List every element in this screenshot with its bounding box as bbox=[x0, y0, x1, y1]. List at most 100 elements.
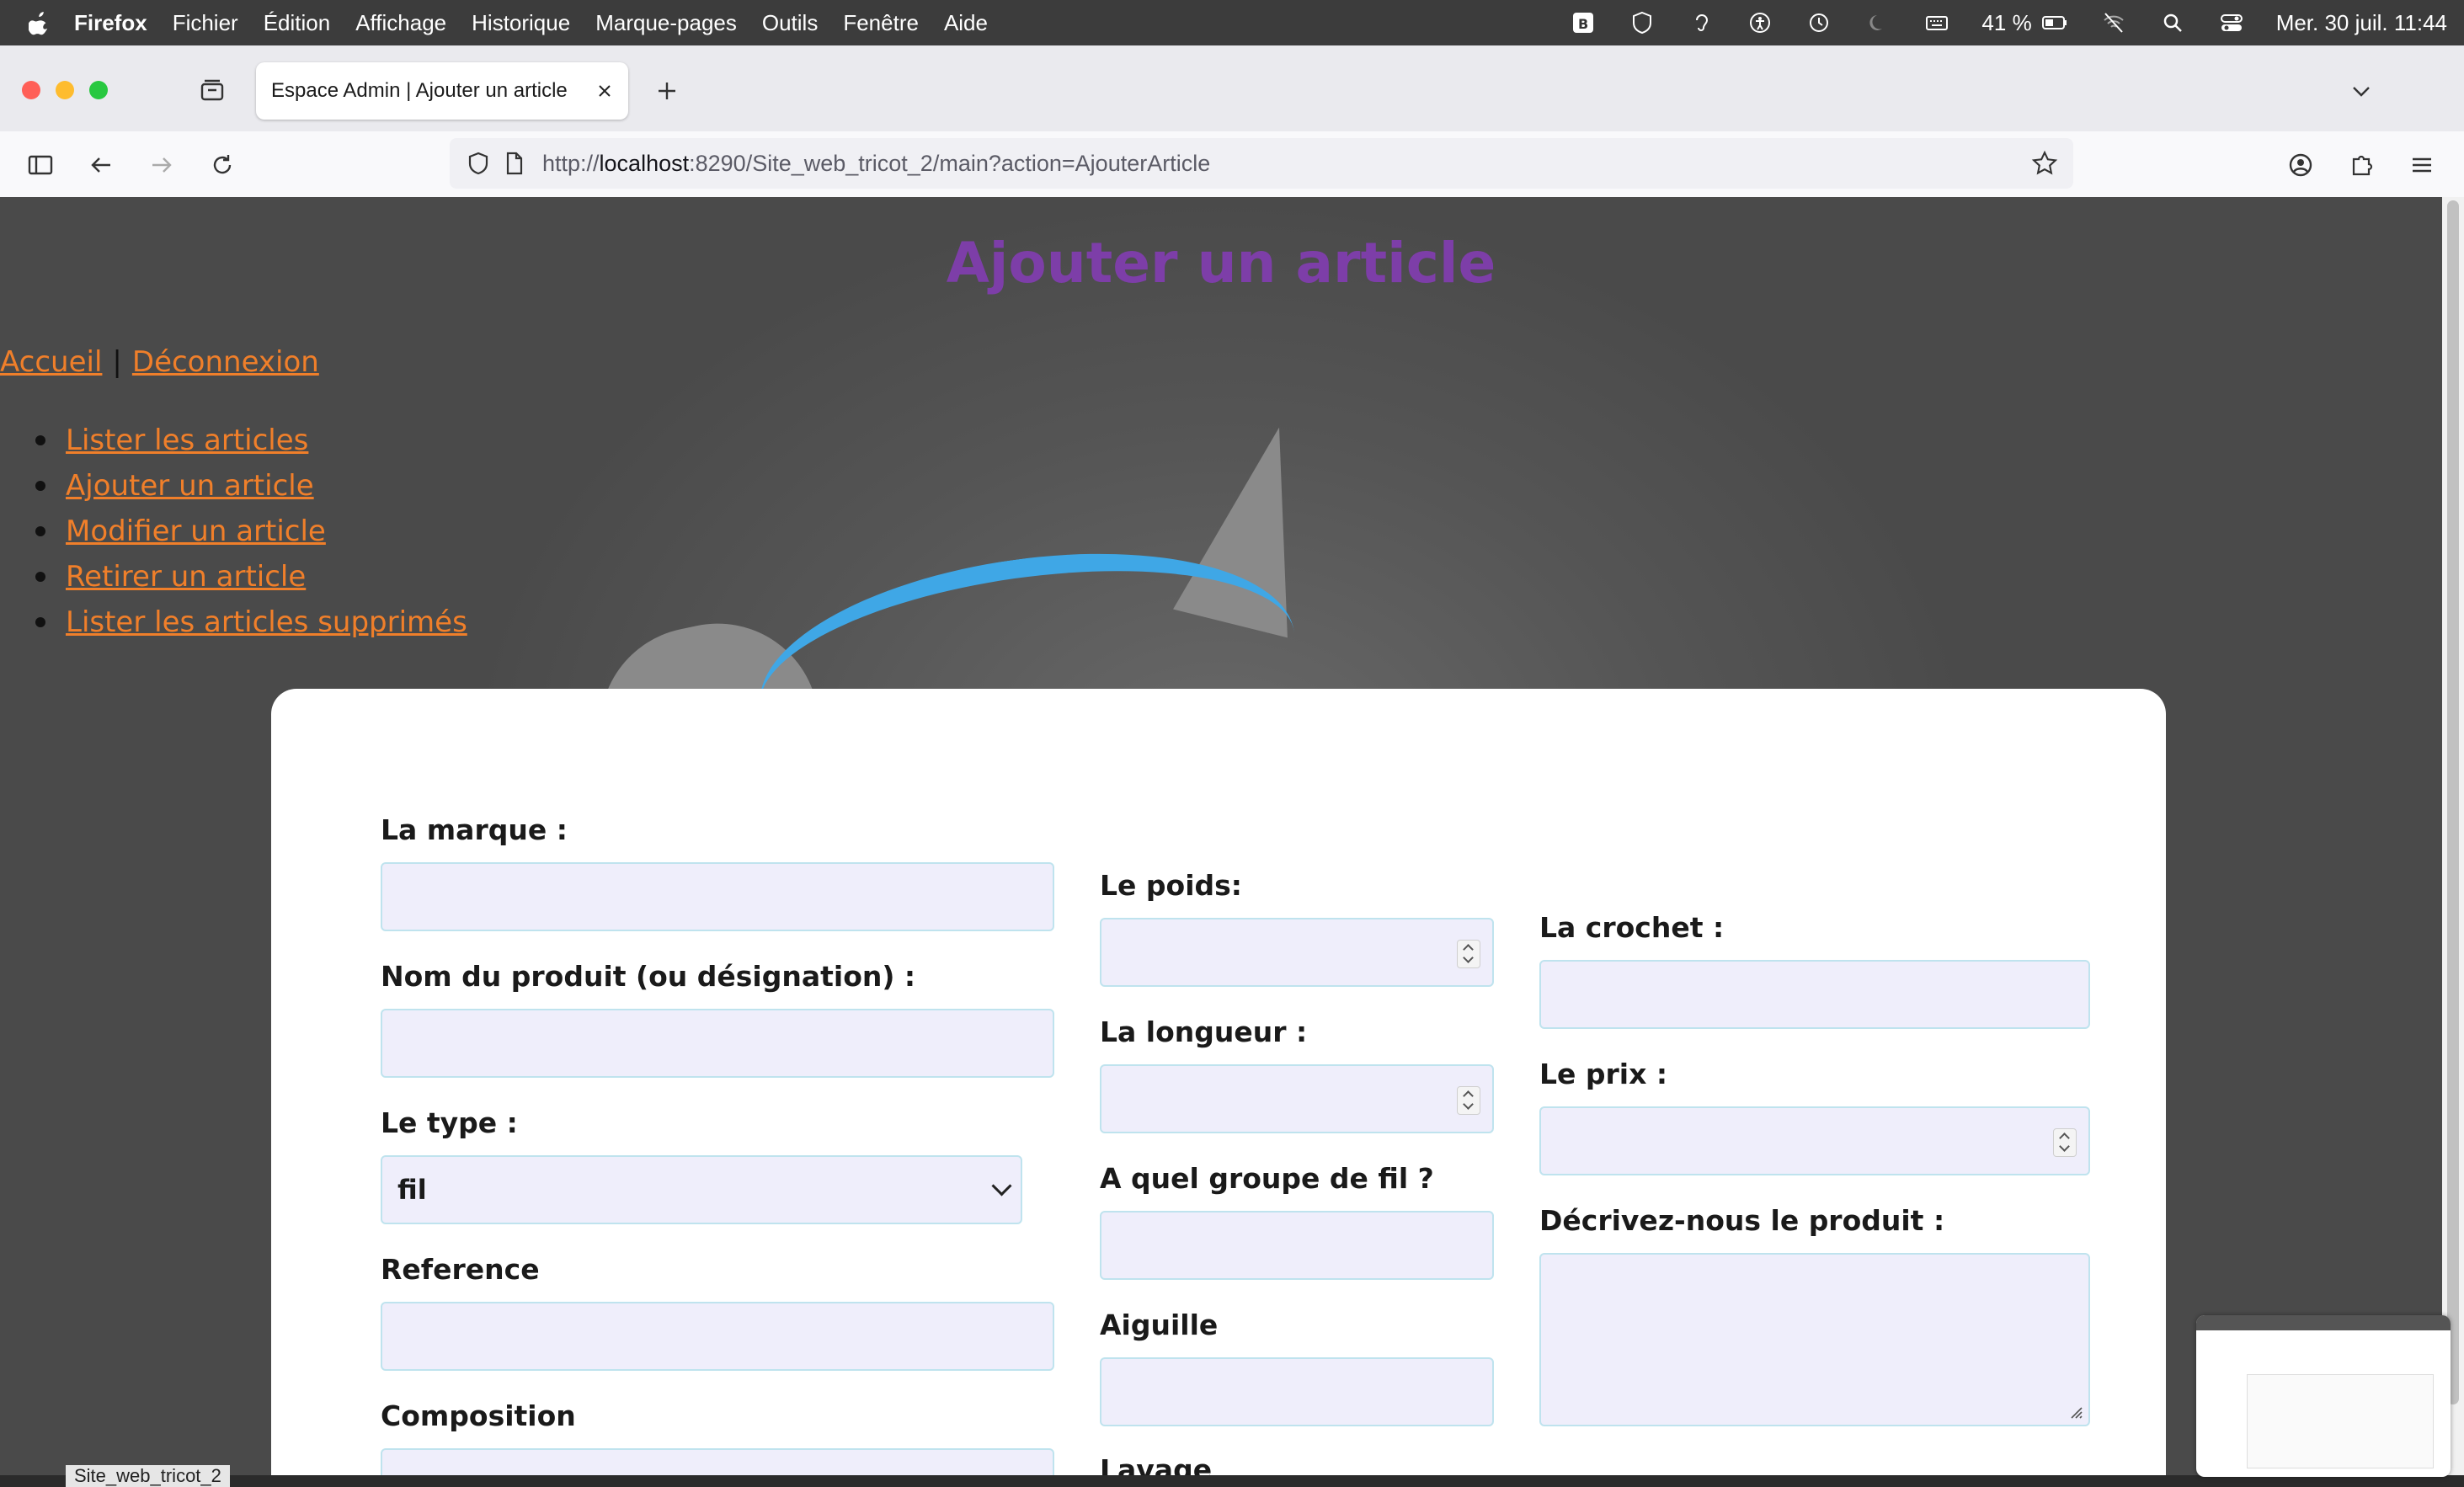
url-text[interactable]: http://localhost:8290/Site_web_tricot_2/… bbox=[542, 151, 1210, 177]
shield-icon[interactable] bbox=[1628, 10, 1656, 35]
bbedit-icon[interactable]: B bbox=[1569, 10, 1597, 35]
window-close-button[interactable] bbox=[22, 81, 40, 99]
aiguille-label: Aiguille bbox=[1100, 1308, 1219, 1341]
screenshot-thumbnail[interactable] bbox=[2196, 1315, 2451, 1477]
accessibility-icon[interactable] bbox=[1746, 10, 1774, 35]
wifi-off-icon[interactable] bbox=[2099, 10, 2128, 35]
tab-title: Espace Admin | Ajouter un article bbox=[271, 79, 568, 102]
resize-grip-icon[interactable] bbox=[2067, 1403, 2083, 1420]
longueur-input[interactable] bbox=[1100, 1064, 1494, 1133]
number-spinner-icon[interactable] bbox=[1457, 1086, 1480, 1115]
menu-marque-pages[interactable]: Marque-pages bbox=[595, 10, 737, 36]
hamburger-menu-icon[interactable] bbox=[2405, 148, 2439, 182]
menubar-clock[interactable]: Mer. 30 juil. 11:44 bbox=[2276, 10, 2447, 36]
time-machine-icon[interactable] bbox=[1805, 10, 1833, 35]
page-info-icon[interactable] bbox=[497, 147, 531, 180]
apple-icon[interactable] bbox=[29, 10, 51, 35]
spotlight-search-icon[interactable] bbox=[2158, 10, 2187, 35]
moon-icon[interactable] bbox=[1864, 10, 1892, 35]
crochet-input[interactable] bbox=[1539, 960, 2090, 1029]
list-articles-link[interactable]: Lister les articles bbox=[66, 424, 308, 457]
menu-edition[interactable]: Édition bbox=[264, 10, 331, 36]
menu-item: Retirer un article bbox=[35, 554, 467, 600]
admin-menu: Lister les articles Ajouter un article M… bbox=[35, 418, 467, 645]
menu-outils[interactable]: Outils bbox=[762, 10, 818, 36]
menu-app-firefox[interactable]: Firefox bbox=[74, 10, 147, 36]
logout-link[interactable]: Déconnexion bbox=[132, 345, 319, 379]
battery-icon[interactable] bbox=[2040, 10, 2069, 35]
thumbnail-topbar bbox=[2196, 1315, 2451, 1330]
type-select[interactable]: fil bbox=[381, 1155, 1022, 1224]
thumbnail-card bbox=[2247, 1374, 2434, 1468]
tab-active[interactable]: Espace Admin | Ajouter un article bbox=[256, 62, 628, 120]
tracking-protection-shield-icon[interactable] bbox=[461, 147, 495, 180]
longueur-label: La longueur : bbox=[1100, 1015, 1308, 1048]
reference-label: Reference bbox=[381, 1253, 540, 1286]
menu-item: Modifier un article bbox=[35, 509, 467, 554]
menu-aide[interactable]: Aide bbox=[944, 10, 988, 36]
groupe-input[interactable] bbox=[1100, 1211, 1494, 1280]
forward-arrow-icon[interactable] bbox=[145, 148, 179, 182]
battery-percent: 41 % bbox=[1981, 9, 2032, 35]
extensions-puzzle-icon[interactable] bbox=[2344, 148, 2378, 182]
hearing-icon[interactable] bbox=[1687, 10, 1715, 35]
window-minimize-button[interactable] bbox=[56, 81, 74, 99]
description-label: Décrivez-nous le produit : bbox=[1539, 1204, 1945, 1237]
composition-input[interactable] bbox=[381, 1448, 1054, 1475]
marque-label: La marque : bbox=[381, 813, 568, 846]
lavage-label: Lavage bbox=[1100, 1453, 1213, 1475]
add-article-link[interactable]: Ajouter un article bbox=[66, 469, 314, 503]
tab-close-icon[interactable] bbox=[588, 74, 621, 108]
window-zoom-button[interactable] bbox=[89, 81, 108, 99]
nom-input[interactable] bbox=[381, 1009, 1054, 1078]
aiguille-input[interactable] bbox=[1100, 1357, 1494, 1426]
prix-input[interactable] bbox=[1539, 1106, 2090, 1175]
nom-label: Nom du produit (ou désignation) : bbox=[381, 960, 916, 993]
reload-icon[interactable] bbox=[205, 148, 239, 182]
menu-historique[interactable]: Historique bbox=[472, 10, 570, 36]
reference-input[interactable] bbox=[381, 1302, 1054, 1371]
description-textarea[interactable] bbox=[1539, 1253, 2090, 1426]
tab-list-chevron-icon[interactable] bbox=[2344, 74, 2378, 108]
crochet-label: La crochet : bbox=[1539, 911, 1725, 944]
home-link[interactable]: Accueil bbox=[0, 345, 102, 379]
menu-fichier[interactable]: Fichier bbox=[173, 10, 238, 36]
number-spinner-icon[interactable] bbox=[1457, 940, 1480, 968]
composition-label: Composition bbox=[381, 1399, 576, 1432]
marque-input[interactable] bbox=[381, 862, 1054, 931]
bookmark-star-icon[interactable] bbox=[2028, 147, 2061, 180]
menu-item: Lister les articles supprimés bbox=[35, 600, 467, 645]
menu-bar: Firefox Fichier Édition Affichage Histor… bbox=[0, 0, 2464, 45]
url-bar[interactable]: http://localhost:8290/Site_web_tricot_2/… bbox=[450, 138, 2073, 189]
back-arrow-icon[interactable] bbox=[84, 148, 118, 182]
page-title: Ajouter un article bbox=[946, 231, 1496, 296]
top-links: Accueil | Déconnexion bbox=[0, 345, 319, 379]
edit-article-link[interactable]: Modifier un article bbox=[66, 514, 326, 548]
account-icon[interactable] bbox=[2284, 148, 2317, 182]
menu-item: Lister les articles bbox=[35, 418, 467, 463]
menu-fenetre[interactable]: Fenêtre bbox=[843, 10, 919, 36]
tab-bar: Espace Admin | Ajouter un article bbox=[0, 45, 2464, 131]
keyboard-icon[interactable] bbox=[1923, 10, 1951, 35]
dock-window-label[interactable]: Site_web_tricot_2 bbox=[66, 1465, 230, 1487]
remove-article-link[interactable]: Retirer un article bbox=[66, 560, 306, 594]
page-scrollbar[interactable] bbox=[2442, 197, 2464, 1475]
firefox-view-icon[interactable] bbox=[195, 74, 229, 108]
form-card: La marque : Nom du produit (ou désignati… bbox=[271, 689, 2166, 1475]
svg-text:B: B bbox=[1578, 16, 1588, 32]
scrollbar-thumb[interactable] bbox=[2447, 200, 2459, 1404]
control-center-icon[interactable] bbox=[2217, 10, 2246, 35]
number-spinner-icon[interactable] bbox=[2053, 1128, 2077, 1157]
chevron-down-icon bbox=[991, 1175, 1012, 1197]
sidebar-toggle-icon[interactable] bbox=[24, 148, 57, 182]
menu-affichage[interactable]: Affichage bbox=[355, 10, 446, 36]
type-select-value: fil bbox=[397, 1174, 427, 1206]
new-tab-icon[interactable] bbox=[650, 74, 684, 108]
groupe-label: A quel groupe de fil ? bbox=[1100, 1162, 1434, 1195]
link-separator: | bbox=[112, 345, 122, 379]
poids-input[interactable] bbox=[1100, 918, 1494, 987]
page-viewport: Ajouter un article Accueil | Déconnexion L… bbox=[0, 197, 2442, 1475]
list-deleted-articles-link[interactable]: Lister les articles supprimés bbox=[66, 605, 467, 639]
type-label: Le type : bbox=[381, 1106, 518, 1139]
navigation-bar: http://localhost:8290/Site_web_tricot_2/… bbox=[0, 131, 2464, 198]
